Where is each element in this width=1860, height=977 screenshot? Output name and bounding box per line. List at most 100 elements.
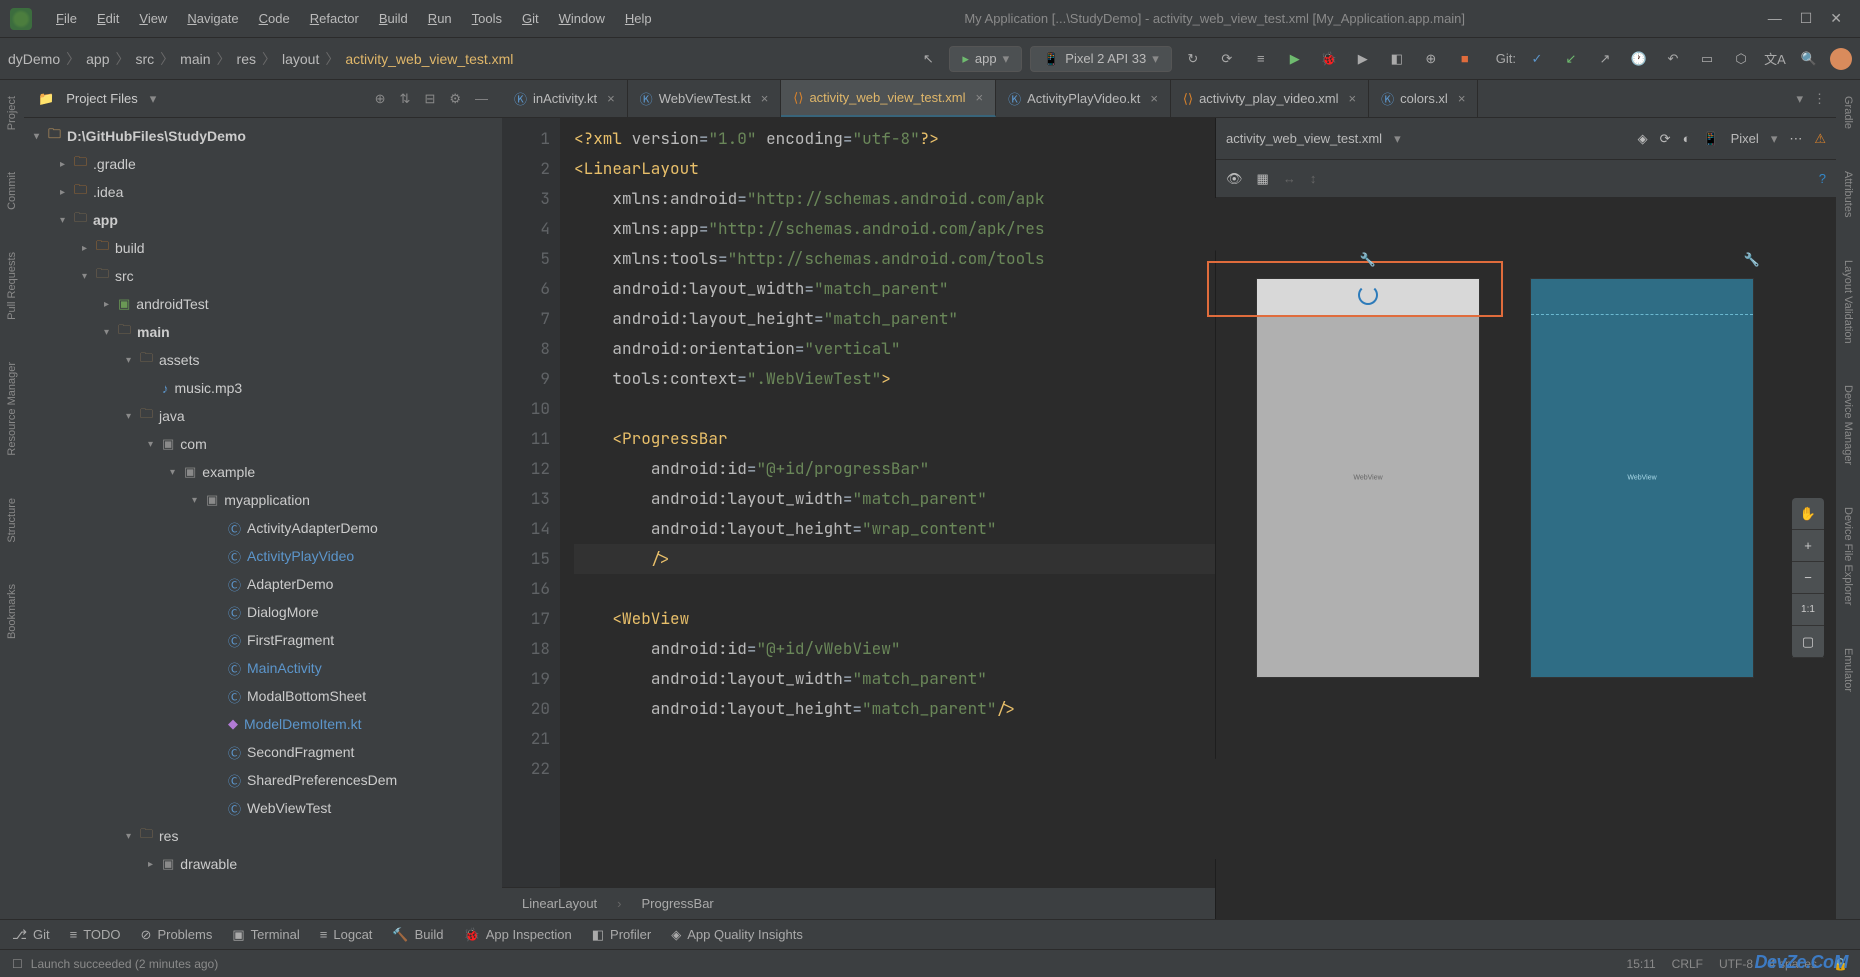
stop-icon[interactable]: ■: [1452, 46, 1478, 72]
attach-icon[interactable]: ⊕: [1418, 46, 1444, 72]
editor-tab[interactable]: Ⓚcolors.xl×: [1369, 80, 1478, 117]
reload-icon[interactable]: ⟳: [1214, 46, 1240, 72]
maximize-icon[interactable]: ☐: [1800, 10, 1813, 27]
tree-item[interactable]: ◆ModelDemoItem.kt: [24, 710, 502, 738]
collapse-icon[interactable]: ⊟: [424, 91, 435, 107]
layers-icon[interactable]: ◈: [1638, 131, 1648, 147]
tree-item[interactable]: ♪music.mp3: [24, 374, 502, 402]
tree-item[interactable]: ▾🗀assets: [24, 346, 502, 374]
tree-item[interactable]: ⒸActivityPlayVideo: [24, 542, 502, 570]
tree-item[interactable]: ▾▣myapplication: [24, 486, 502, 514]
minimize-icon[interactable]: —: [1768, 10, 1782, 27]
tree-item[interactable]: ▾🗀main: [24, 318, 502, 346]
editor-tab[interactable]: ⓀinActivity.kt×: [502, 80, 628, 117]
side-tab-structure[interactable]: Structure: [4, 492, 20, 549]
warn-icon[interactable]: ⚠: [1814, 131, 1826, 147]
menu-edit[interactable]: Edit: [87, 7, 129, 30]
side-tab-commit[interactable]: Commit: [4, 166, 20, 216]
arrows-v-icon[interactable]: ↕: [1310, 171, 1317, 186]
side-tab-layout-validation[interactable]: Layout Validation: [1840, 254, 1856, 350]
tree-item[interactable]: ▾🗀res: [24, 822, 502, 850]
tree-item[interactable]: ▸▣androidTest: [24, 290, 502, 318]
code-editor[interactable]: 12345678910111213141516171819202122 <?xm…: [502, 118, 1215, 887]
project-tree[interactable]: ▾ 🗀 D:\GitHubFiles\StudyDemo ▸🗀.gradle▸🗀…: [24, 118, 502, 919]
tree-item[interactable]: ⒸMainActivity: [24, 654, 502, 682]
tree-item[interactable]: ⒸSecondFragment: [24, 738, 502, 766]
menu-view[interactable]: View: [129, 7, 177, 30]
breadcrumb-segment[interactable]: dyDemo: [8, 51, 60, 67]
run-config-dropdown[interactable]: ▸ app ▾: [949, 46, 1022, 72]
expand-icon[interactable]: ⇅: [400, 91, 411, 107]
close-icon[interactable]: ✕: [1830, 10, 1842, 27]
menu-icon[interactable]: ≡: [1248, 46, 1274, 72]
crumb-2[interactable]: ProgressBar: [642, 896, 714, 911]
crumb-1[interactable]: LinearLayout: [522, 896, 597, 911]
tree-item[interactable]: ▸🗀.gradle: [24, 150, 502, 178]
profiler-icon[interactable]: ◧: [1384, 46, 1410, 72]
git-push-icon[interactable]: ↗: [1592, 46, 1618, 72]
menu-run[interactable]: Run: [418, 7, 462, 30]
menu-help[interactable]: Help: [615, 7, 662, 30]
tab-close-icon[interactable]: ×: [761, 91, 769, 106]
editor-tab[interactable]: ⓀActivityPlayVideo.kt×: [996, 80, 1171, 117]
side-tab-gradle[interactable]: Gradle: [1840, 90, 1856, 135]
chevron-down-icon[interactable]: ▾: [150, 91, 157, 107]
side-tab-resource-manager[interactable]: Resource Manager: [4, 356, 20, 462]
bottom-tab-app-quality-insights[interactable]: ◈App Quality Insights: [671, 927, 803, 943]
more-icon[interactable]: ⋯: [1789, 131, 1802, 147]
menu-file[interactable]: File: [46, 7, 87, 30]
blueprint-preview[interactable]: WebView: [1530, 278, 1754, 678]
bottom-tab-logcat[interactable]: ≡Logcat: [320, 927, 373, 942]
tree-item[interactable]: ▾▣example: [24, 458, 502, 486]
device-preview[interactable]: WebView: [1256, 278, 1480, 678]
side-tab-device-manager[interactable]: Device Manager: [1840, 379, 1856, 471]
tab-close-icon[interactable]: ×: [1458, 91, 1466, 106]
menu-refactor[interactable]: Refactor: [300, 7, 369, 30]
side-tab-attributes[interactable]: Attributes: [1840, 165, 1856, 223]
tree-item[interactable]: ⒸWebViewTest: [24, 794, 502, 822]
side-tab-bookmarks[interactable]: Bookmarks: [4, 578, 20, 645]
translate-icon[interactable]: 文A: [1762, 46, 1788, 72]
git-rollback-icon[interactable]: ↶: [1660, 46, 1686, 72]
menu-window[interactable]: Window: [549, 7, 615, 30]
tab-dropdown-icon[interactable]: ▾: [1796, 91, 1803, 107]
grid-icon[interactable]: ▦: [1257, 171, 1269, 187]
tab-close-icon[interactable]: ×: [1150, 91, 1158, 106]
tree-item[interactable]: ▾🗀app: [24, 206, 502, 234]
coverage-icon[interactable]: ▶: [1350, 46, 1376, 72]
progressbar-preview[interactable]: [1358, 285, 1378, 305]
zoom-out-icon[interactable]: −: [1792, 562, 1824, 594]
sync-icon[interactable]: ↻: [1180, 46, 1206, 72]
run-icon[interactable]: ▶: [1282, 46, 1308, 72]
menu-navigate[interactable]: Navigate: [177, 7, 248, 30]
breadcrumb-segment[interactable]: app: [86, 51, 109, 67]
search-icon[interactable]: 🔍: [1796, 46, 1822, 72]
pixel-dropdown[interactable]: Pixel: [1731, 131, 1759, 146]
code-text[interactable]: <?xml version="1.0" encoding="utf-8"?><L…: [560, 118, 1215, 887]
orient-icon[interactable]: ⟳: [1660, 131, 1671, 147]
git-update-icon[interactable]: ✓: [1524, 46, 1550, 72]
wrench-icon[interactable]: 🔧: [1744, 252, 1760, 268]
arrows-h-icon[interactable]: ↔: [1283, 171, 1296, 186]
side-tab-project[interactable]: Project: [4, 90, 20, 136]
status-eol[interactable]: CRLF: [1672, 957, 1703, 971]
tree-item[interactable]: ⒸSharedPreferencesDem: [24, 766, 502, 794]
tree-item[interactable]: ⒸAdapterDemo: [24, 570, 502, 598]
zoom-fit-icon[interactable]: 1:1: [1792, 594, 1824, 626]
breadcrumb-segment[interactable]: res: [237, 51, 256, 67]
bottom-tab-todo[interactable]: ≡TODO: [70, 927, 121, 942]
hide-icon[interactable]: —: [475, 91, 488, 107]
pan-icon[interactable]: ✋: [1792, 498, 1824, 530]
design-canvas[interactable]: WebView 🔧 WebView 🔧 ✋: [1216, 198, 1836, 919]
breadcrumb-segment[interactable]: main: [180, 51, 210, 67]
editor-tab[interactable]: ⟨⟩activity_web_view_test.xml×: [781, 80, 996, 117]
help-icon[interactable]: ?: [1819, 171, 1826, 186]
bottom-tab-problems[interactable]: ⊘Problems: [141, 927, 213, 943]
side-tab-device-file-explorer[interactable]: Device File Explorer: [1840, 501, 1856, 611]
bottom-tab-terminal[interactable]: ▣Terminal: [232, 927, 299, 943]
theme-icon[interactable]: ◐: [1683, 131, 1691, 146]
breadcrumb-segment[interactable]: layout: [282, 51, 319, 67]
menu-code[interactable]: Code: [249, 7, 300, 30]
editor-tab[interactable]: ⟨⟩activivty_play_video.xml×: [1171, 80, 1369, 117]
avatar-icon[interactable]: [1830, 48, 1852, 70]
